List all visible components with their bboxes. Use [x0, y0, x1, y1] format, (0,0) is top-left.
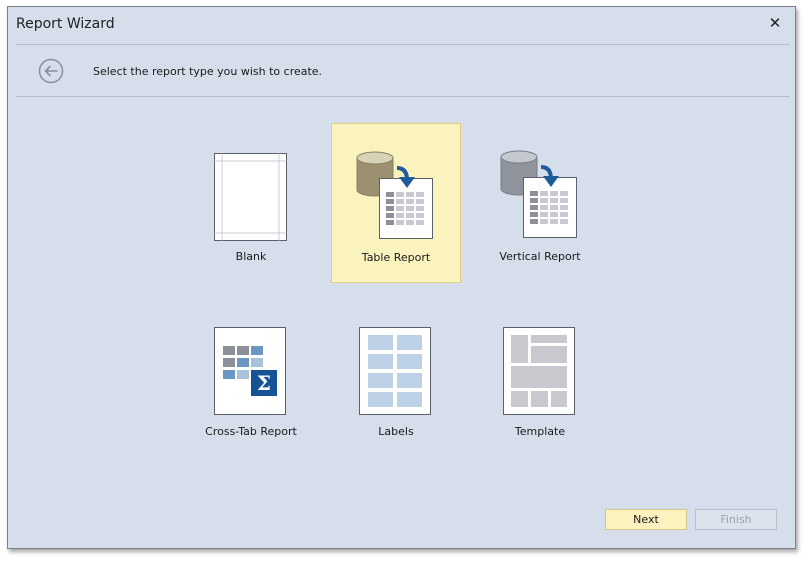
table-report-icon	[356, 151, 433, 239]
report-type-label: Labels	[378, 425, 414, 438]
blank-report-icon	[214, 153, 287, 241]
report-type-labels[interactable]: Labels	[331, 298, 461, 458]
report-type-label: Table Report	[361, 251, 431, 264]
report-type-vertical-report[interactable]: Vertical Report	[475, 123, 605, 283]
finish-button: Finish	[695, 509, 777, 530]
report-type-blank[interactable]: Blank	[186, 123, 316, 283]
vertical-report-icon	[500, 150, 577, 238]
report-type-label: Cross-Tab Report	[205, 425, 297, 438]
report-type-table-report[interactable]: Table Report	[331, 123, 461, 283]
title-bar: Report Wizard ✕	[8, 7, 795, 43]
window-title: Report Wizard	[16, 16, 115, 32]
wizard-header: Select the report type you wish to creat…	[16, 44, 789, 97]
labels-report-icon	[359, 327, 431, 415]
svg-text:Σ: Σ	[257, 371, 271, 395]
cross-tab-report-icon: Σ	[214, 327, 286, 415]
wizard-prompt: Select the report type you wish to creat…	[93, 65, 323, 78]
report-type-label: Blank	[235, 250, 267, 263]
back-arrow-icon[interactable]	[38, 58, 64, 84]
report-type-label: Template	[514, 425, 566, 438]
report-type-label: Vertical Report	[499, 250, 581, 263]
template-report-icon	[503, 327, 575, 415]
report-type-template[interactable]: Template	[475, 298, 605, 458]
next-button[interactable]: Next	[605, 509, 687, 530]
report-type-cross-tab-report[interactable]: Σ Cross-Tab Report	[186, 298, 316, 458]
report-wizard-window: Report Wizard ✕ Select the report type y…	[7, 6, 796, 549]
close-icon[interactable]: ✕	[767, 14, 783, 32]
